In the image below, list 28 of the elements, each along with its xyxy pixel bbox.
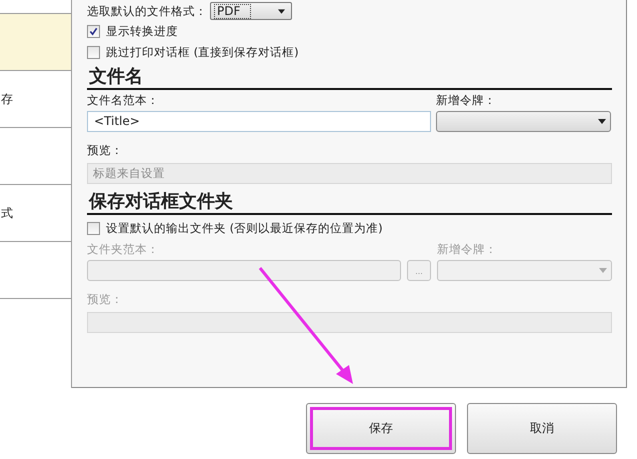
- template-field[interactable]: [87, 260, 401, 281]
- checkbox-label: 跳过打印对话框 (直接到保存对话框): [106, 45, 299, 60]
- sidebar-item[interactable]: 式: [0, 185, 71, 242]
- field-label: 新增令牌：: [436, 93, 497, 108]
- dropdown-arrow-icon: [599, 268, 607, 273]
- field-label: 文件名范本：: [87, 93, 160, 108]
- template-field[interactable]: <Title>: [87, 111, 431, 132]
- field-label: 新增令牌：: [437, 242, 498, 257]
- checkbox-label: 显示转换进度: [106, 24, 178, 39]
- checkbox-label: 设置默认的输出文件夹 (否则以最近保存的位置为准): [106, 221, 383, 236]
- field-label: 文件夹范本：: [87, 242, 160, 257]
- dialog-button[interactable]: 保存: [306, 403, 456, 454]
- checkbox[interactable]: [87, 25, 100, 38]
- dropdown-arrow-icon: [278, 8, 285, 14]
- format-dropdown[interactable]: PDF: [210, 2, 292, 20]
- sidebar-item[interactable]: 存: [0, 71, 71, 128]
- field-label: 预览：: [87, 143, 124, 158]
- token-dropdown[interactable]: [436, 111, 611, 132]
- token-dropdown[interactable]: [437, 260, 612, 281]
- dialog-button[interactable]: 取消: [467, 403, 617, 454]
- field-label: 预览：: [87, 292, 124, 307]
- format-label: 选取默认的文件格式：: [87, 4, 207, 18]
- checkbox[interactable]: [87, 46, 100, 59]
- sidebar-item[interactable]: [0, 13, 71, 71]
- dropdown-arrow-icon: [598, 119, 606, 124]
- section-heading: 文件名: [88, 66, 144, 88]
- section-heading: 保存对话框文件夹: [88, 191, 234, 213]
- preview-field: 标题来自设置: [87, 163, 612, 184]
